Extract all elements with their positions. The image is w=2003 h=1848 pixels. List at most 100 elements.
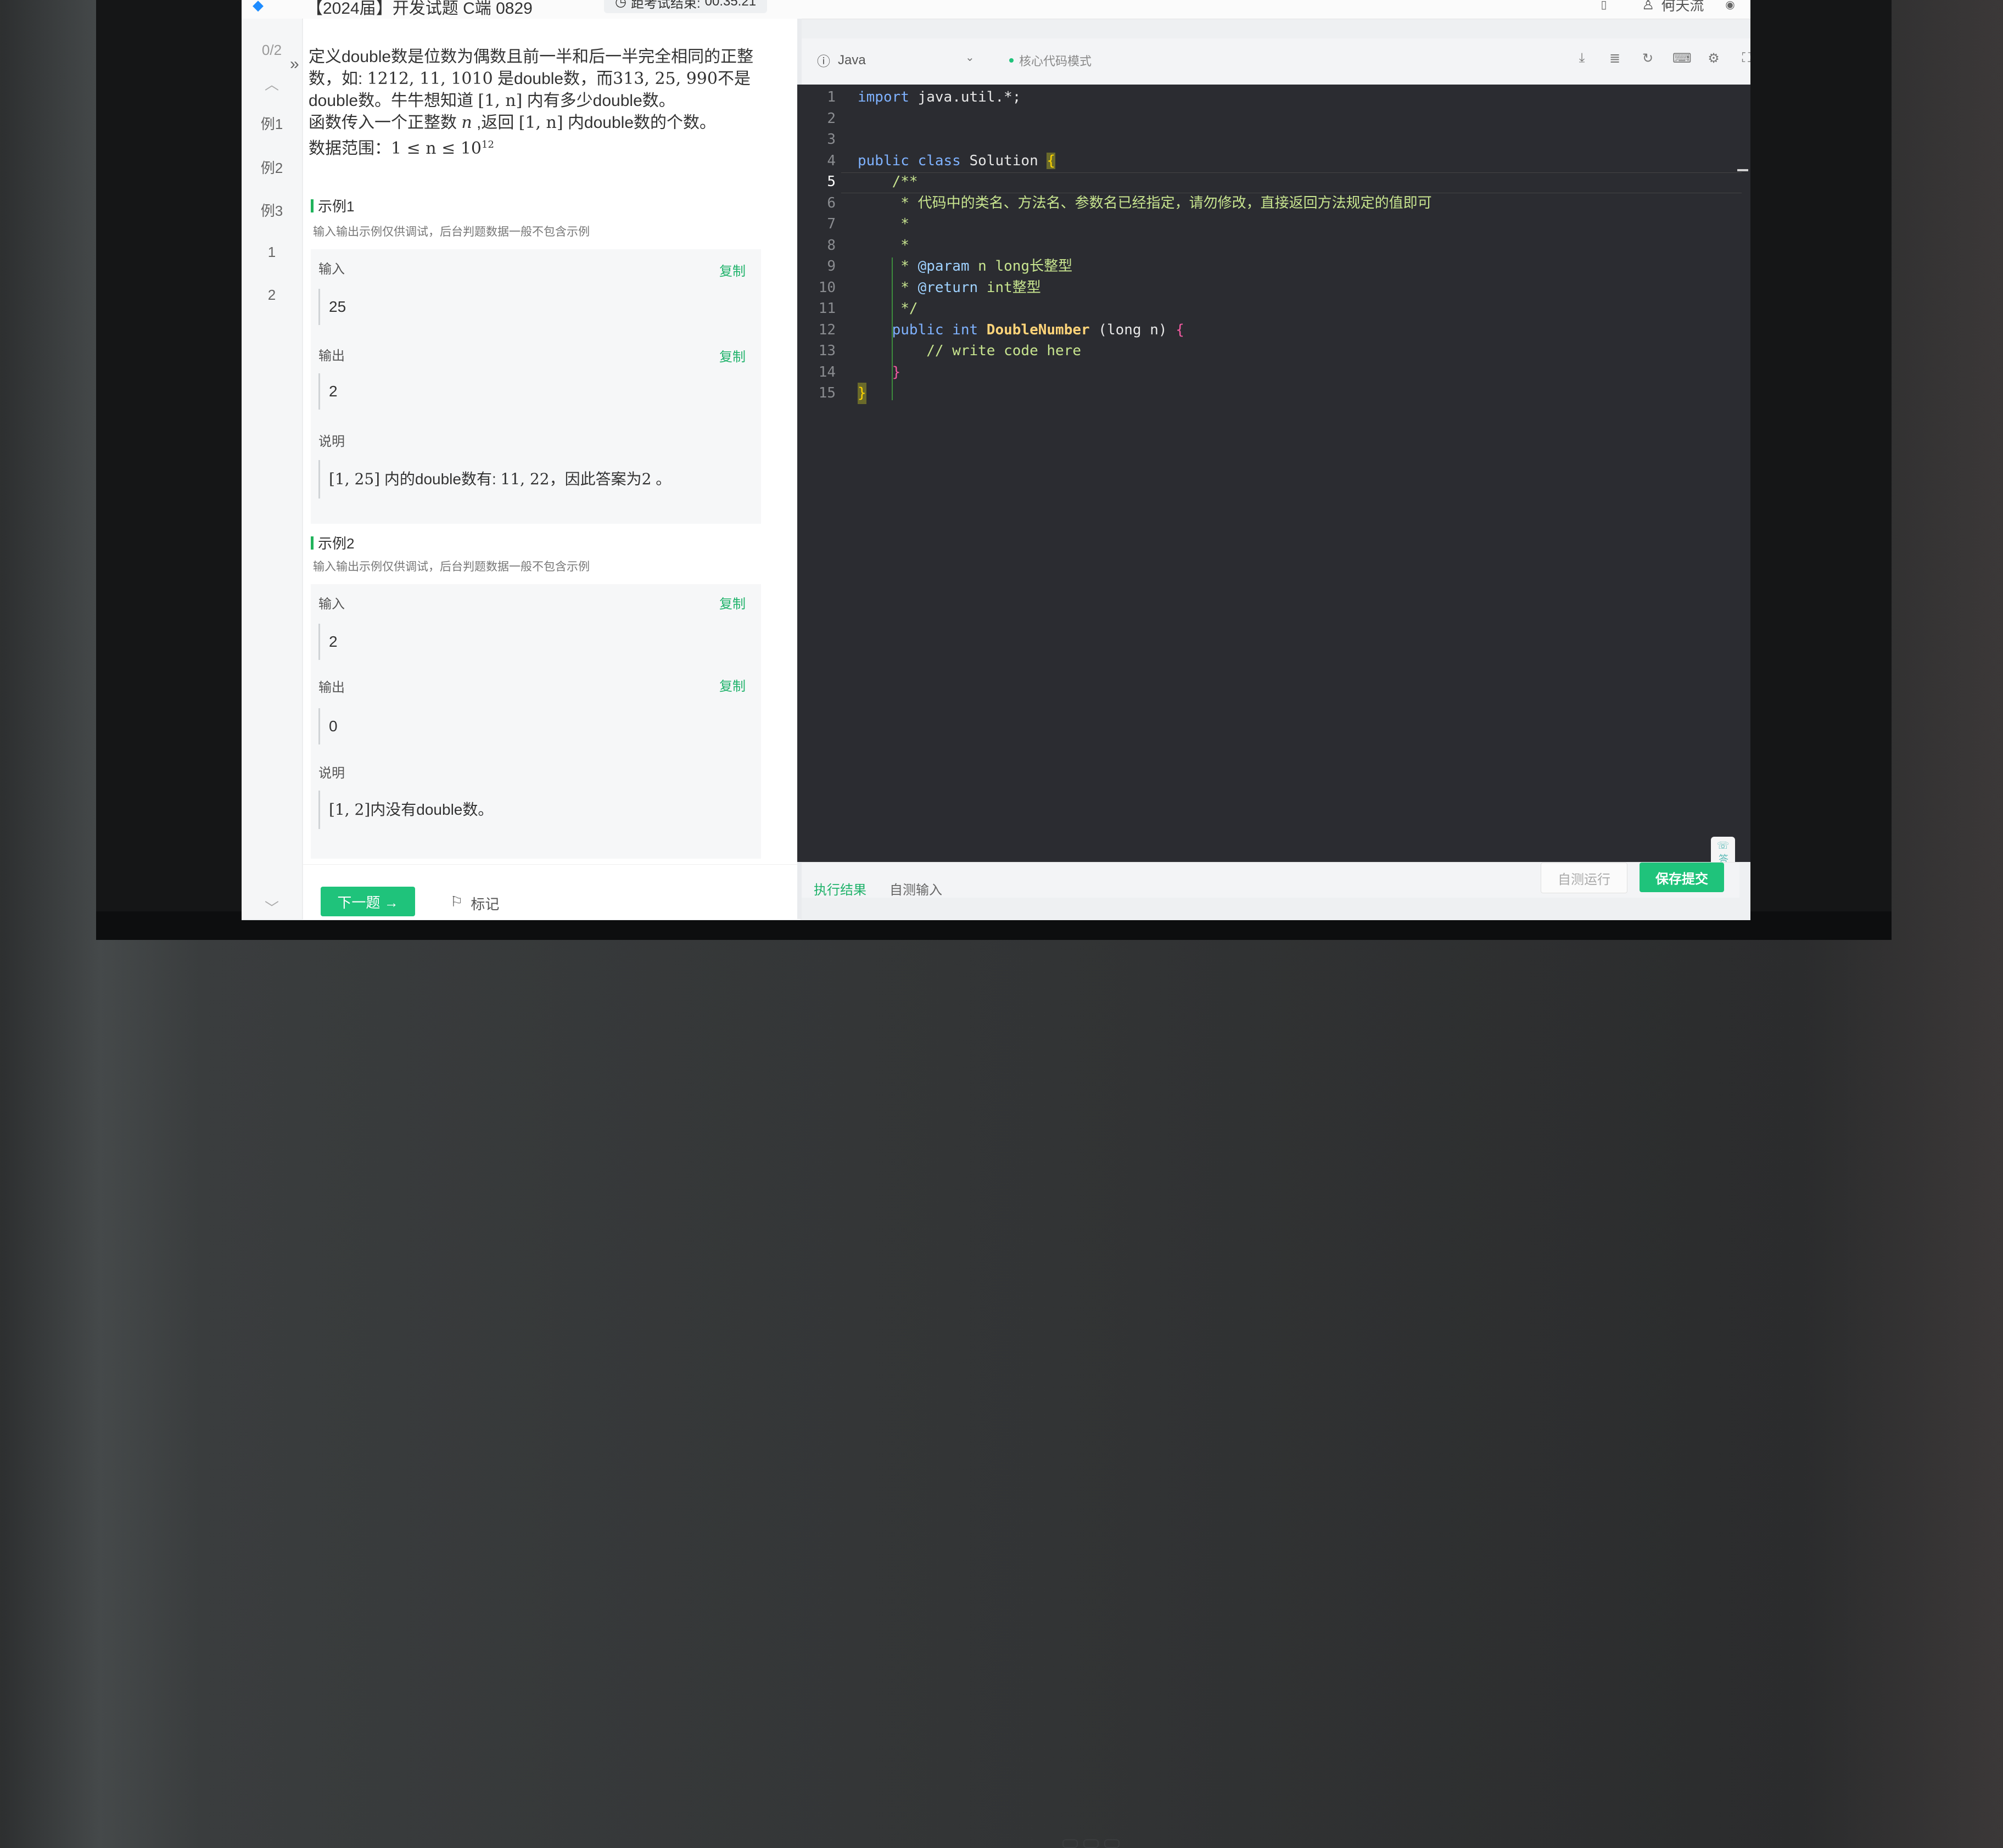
desc-line: 数，如: 1212, 11, 1010 是double数，而313, 25, 9… bbox=[309, 68, 781, 90]
desc-text: 是double数，而 bbox=[493, 70, 613, 88]
code-token: public class bbox=[858, 152, 961, 169]
line-number: 7 bbox=[827, 216, 836, 232]
line-number: 6 bbox=[827, 194, 836, 211]
code-text: /** bbox=[858, 173, 918, 190]
desc-line: 数据范围：1 ≤ n ≤ 1012 bbox=[309, 134, 781, 160]
example2-title: 示例2 bbox=[311, 533, 354, 553]
code-text: * bbox=[858, 237, 909, 254]
code-token: java.util.*; bbox=[909, 89, 1021, 105]
settings-icon[interactable]: ⚙ bbox=[1705, 51, 1722, 66]
example1-input-label: 输入 bbox=[318, 262, 345, 277]
desc-line: 定义double数是位数为偶数且前一半和后一半完全相同的正整 bbox=[309, 48, 754, 66]
next-question-button[interactable]: 下一题 → bbox=[321, 887, 415, 916]
code-token: n long长整型 bbox=[969, 258, 1073, 275]
self-test-run-button[interactable]: 自测运行 bbox=[1541, 863, 1627, 893]
code-token: public int bbox=[858, 321, 978, 338]
example1-input-copy-button[interactable]: 复制 bbox=[719, 260, 746, 279]
example2-note: 输入输出示例仅供调试，后台判题数据一般不包含示例 bbox=[313, 561, 590, 573]
code-line: 13 // write code here bbox=[797, 340, 1750, 362]
code-text: } bbox=[858, 363, 901, 380]
format-icon[interactable]: ≣ bbox=[1607, 51, 1623, 66]
desc-text: 不是 bbox=[717, 70, 751, 88]
explain-text: 内的double数有: bbox=[380, 471, 501, 488]
download-icon[interactable]: ⤓ bbox=[1574, 51, 1590, 66]
phone-icon[interactable]: ▯ bbox=[1598, 0, 1610, 11]
user-menu[interactable]: ♙ 何天流 bbox=[1642, 0, 1704, 15]
monitor-logo bbox=[1062, 1839, 1128, 1848]
example2-box: 输入 复制 2 输出 复制 0 说明 [1, 2]内没有double数。 bbox=[311, 584, 761, 859]
top-header: ◆ 【2024届】开发试题 C端 0829 ◷ 距考试结束: 00:35:21 … bbox=[242, 0, 1750, 19]
line-number: 12 bbox=[818, 321, 836, 338]
desc-text: 内有多少double数。 bbox=[522, 92, 675, 110]
mark-button[interactable]: ⚐ 标记 bbox=[450, 893, 499, 914]
rail-item-example1[interactable]: 例1 bbox=[242, 113, 302, 133]
desc-math: [1, n] bbox=[518, 113, 563, 132]
mark-label: 标记 bbox=[471, 896, 500, 912]
code-line: 10 * @return int整型 bbox=[797, 277, 1750, 299]
rail-item-2[interactable]: 2 bbox=[242, 287, 302, 304]
desc-text: 数，如: bbox=[309, 70, 367, 88]
explain-math: 2 bbox=[641, 470, 652, 488]
language-value: Java bbox=[838, 52, 866, 68]
desc-text: ,返回 bbox=[472, 114, 519, 132]
code-text: * bbox=[858, 216, 909, 232]
code-editor[interactable]: 1 import java.util.*; 2 3 4 public class S… bbox=[797, 85, 1750, 892]
question-rail: 0/2 ︿ 例1 例2 例3 1 2 ﹀ » bbox=[242, 19, 303, 919]
code-line: 3 bbox=[797, 129, 1750, 150]
example2-input-label: 输入 bbox=[318, 597, 345, 612]
example2-input-value: 2 bbox=[318, 624, 338, 660]
rail-item-1[interactable]: 1 bbox=[242, 244, 302, 261]
example1-output-label: 输出 bbox=[318, 349, 345, 363]
desc-text: double数。牛牛想知道 bbox=[309, 92, 478, 110]
rail-item-example2[interactable]: 例2 bbox=[242, 157, 302, 177]
expand-icon[interactable]: » bbox=[290, 55, 299, 74]
clock-icon: ◷ bbox=[615, 0, 626, 9]
code-line: 4 public class Solution { bbox=[797, 150, 1750, 172]
save-submit-button[interactable]: 保存提交 bbox=[1640, 863, 1724, 892]
example2-input-copy-button[interactable]: 复制 bbox=[719, 593, 746, 612]
mode-dot bbox=[1009, 58, 1014, 63]
line-number: 14 bbox=[818, 363, 836, 380]
camera-icon[interactable]: ◉ bbox=[1724, 0, 1736, 11]
example1-title: 示例1 bbox=[311, 195, 354, 216]
example2-output-label: 输出 bbox=[318, 680, 345, 695]
code-token: @return bbox=[917, 279, 978, 296]
code-token: { bbox=[1176, 321, 1184, 338]
chevron-down-icon[interactable]: ﹀ bbox=[242, 897, 302, 917]
line-number: 4 bbox=[827, 152, 836, 169]
code-line: 5 /** bbox=[797, 171, 1750, 193]
user-icon: ♙ bbox=[1642, 0, 1655, 13]
desc-math: 1212, 11, 1010 bbox=[367, 69, 493, 88]
example1-explain-value: [1, 25] 内的double数有: 11, 22，因此答案为2 。 bbox=[318, 460, 671, 499]
code-token: * bbox=[858, 258, 918, 275]
fullscreen-icon[interactable]: ⛶ bbox=[1738, 51, 1750, 66]
language-select[interactable]: ⓘ Java bbox=[817, 51, 866, 70]
tab-self-input[interactable]: 自测输入 bbox=[889, 879, 942, 898]
code-token: @param bbox=[917, 258, 970, 275]
example2-output-value: 0 bbox=[318, 708, 338, 744]
brand-logo: ◆ bbox=[253, 0, 264, 13]
example1-note: 输入输出示例仅供调试，后台判题数据一般不包含示例 bbox=[313, 226, 590, 238]
info-icon: ⓘ bbox=[817, 54, 830, 69]
code-token: { bbox=[1047, 152, 1056, 169]
line-number: 9 bbox=[827, 258, 836, 275]
rail-item-example3[interactable]: 例3 bbox=[242, 200, 302, 220]
example1-output-copy-button[interactable]: 复制 bbox=[719, 346, 746, 365]
tab-execution-result[interactable]: 执行结果 bbox=[814, 879, 866, 898]
keyboard-icon[interactable]: ⌨ bbox=[1672, 51, 1692, 66]
line-number: 8 bbox=[827, 237, 836, 254]
desc-text: 内double数的个数。 bbox=[563, 114, 717, 132]
desc-math: 1 ≤ n ≤ 10 bbox=[391, 139, 482, 158]
chat-icon: ☏ bbox=[1716, 840, 1730, 851]
reset-icon[interactable]: ↻ bbox=[1640, 51, 1656, 66]
code-line: 6 * 代码中的类名、方法名、参数名已经指定，请勿修改，直接返回方法规定的值即可 bbox=[797, 193, 1750, 214]
code-text: public int DoubleNumber (long n) { bbox=[858, 320, 1184, 341]
code-area[interactable]: 1 import java.util.*; 2 3 4 public class S… bbox=[797, 87, 1750, 404]
explain-text: ，因此答案为 bbox=[549, 471, 642, 488]
code-line: 12 public int DoubleNumber (long n) { bbox=[797, 320, 1750, 341]
chevron-down-icon[interactable]: ⌄ bbox=[965, 51, 975, 64]
code-text: public class Solution { bbox=[858, 150, 1056, 172]
chevron-up-icon[interactable]: ︿ bbox=[242, 74, 302, 94]
example2-output-copy-button[interactable]: 复制 bbox=[719, 675, 746, 695]
line-number: 13 bbox=[818, 343, 836, 359]
